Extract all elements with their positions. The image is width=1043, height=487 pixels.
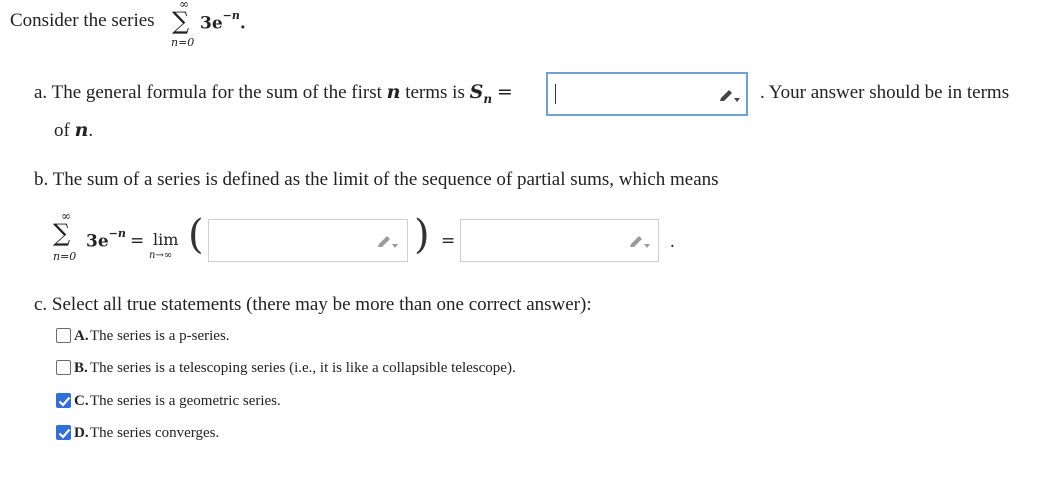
part-a-prefix: a. The general formula for the sum of th… [34, 82, 382, 103]
intro-period: . [239, 13, 246, 34]
part-b-sum: ∞ ∑ n=0 [52, 208, 82, 268]
option-b-label: The series is a telescoping series (i.e.… [90, 360, 516, 376]
intro-text: Consider the series [10, 10, 155, 31]
part-a-line2: of n. [54, 119, 94, 141]
part-a-line2-suffix: . [88, 120, 94, 141]
partial-sum-input[interactable] [546, 72, 748, 116]
sigma-icon: ∑ [172, 7, 190, 35]
option-c-label: The series is a geometric series. [90, 393, 281, 409]
part-a-suffix: . Your answer should be in terms [760, 82, 1010, 103]
part-a-var-n: n [386, 81, 401, 103]
intro-term-base: 3e [200, 13, 223, 34]
intro-term-exp: −n [222, 9, 240, 22]
series-sum-input[interactable] [460, 219, 659, 262]
option-a-letter: A. [74, 328, 89, 344]
part-a-sn: Sn [469, 81, 493, 106]
option-a-label: The series is a p-series. [90, 328, 230, 344]
sn-sub: n [483, 91, 493, 106]
checkmark-icon [58, 428, 71, 439]
part-b-term-base: 3e [86, 231, 109, 252]
part-a-line1: a. The general formula for the sum of th… [34, 83, 513, 105]
sigma-icon: ∑ [53, 219, 71, 247]
part-b-lim: lim [153, 230, 179, 249]
part-b-lim-sub: n→∞ [149, 250, 173, 261]
pencil-dropdown-icon[interactable] [376, 234, 398, 250]
checkbox-b[interactable] [56, 360, 71, 375]
option-d-letter: D. [74, 425, 89, 441]
checkbox-d[interactable] [56, 425, 71, 440]
pencil-dropdown-icon[interactable] [628, 234, 650, 250]
part-b-sum-lower: n=0 [53, 250, 77, 263]
checkmark-icon [58, 396, 71, 407]
part-b-equals2: = [441, 231, 456, 251]
part-b-term-exp: −n [108, 227, 126, 240]
part-a-middle: terms is [405, 82, 465, 103]
part-b-equals1: = [130, 231, 145, 251]
part-a-equals: = [496, 81, 513, 103]
left-paren-icon: ( [188, 212, 204, 258]
sn-base: S [469, 81, 484, 103]
part-b-text: b. The sum of a series is defined as the… [34, 169, 719, 190]
part-c-prompt: c. Select all true statements (there may… [34, 294, 592, 315]
part-a-line2-prefix: of [54, 120, 70, 141]
option-d-label: The series converges. [90, 425, 220, 441]
checkbox-c[interactable] [56, 393, 71, 408]
option-c-letter: C. [74, 393, 89, 409]
intro-sum-lower: n=0 [171, 36, 195, 49]
option-b-letter: B. [74, 360, 88, 376]
part-b-end-period: . [670, 231, 675, 252]
partial-sum-limit-input[interactable] [208, 219, 408, 262]
text-caret [555, 84, 556, 104]
intro-term: 3e−n. [200, 10, 246, 34]
part-b-term: 3e−n [86, 228, 126, 252]
part-a-line2-var: n [74, 119, 89, 141]
pencil-dropdown-icon[interactable] [718, 88, 740, 104]
checkbox-a[interactable] [56, 328, 71, 343]
right-paren-icon: ) [414, 212, 430, 258]
intro-sum: ∞ ∑ n=0 [170, 0, 198, 50]
